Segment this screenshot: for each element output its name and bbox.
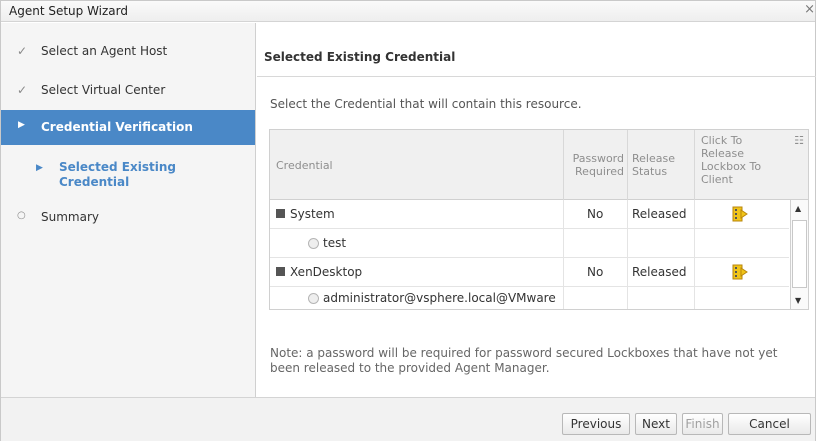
cell-release-status: Released — [628, 200, 695, 229]
cancel-button[interactable]: Cancel — [728, 413, 811, 435]
finish-button: Finish — [682, 413, 723, 435]
instruction-text: Select the Credential that will contain … — [270, 97, 582, 111]
wizard-steps-nav: ✓ Select an Agent Host ✓ Select Virtual … — [1, 23, 256, 397]
lockbox-release-icon[interactable] — [732, 263, 750, 281]
credential-grid: Credential Password Required Release Sta… — [269, 129, 809, 310]
window-title: Agent Setup Wizard — [9, 4, 129, 18]
cell-password-required — [564, 229, 628, 258]
nav-step-select-agent-host[interactable]: ✓ Select an Agent Host — [1, 43, 255, 63]
cell-credential: XenDesktop — [270, 258, 564, 287]
nav-step-label: Credential Verification — [41, 120, 193, 134]
checkmark-icon: ✓ — [17, 83, 28, 97]
grid-header: Credential Password Required Release Sta… — [270, 130, 808, 200]
cell-release-lockbox — [695, 258, 789, 287]
scroll-up-icon[interactable]: ▲ — [795, 204, 801, 213]
collapse-square-icon[interactable] — [276, 267, 285, 276]
cell-release-lockbox — [695, 287, 789, 309]
table-row-test[interactable]: test — [270, 229, 789, 258]
title-bar: Agent Setup Wizard × — [1, 1, 815, 22]
close-icon[interactable]: × — [804, 3, 815, 17]
nav-step-select-virtual-center[interactable]: ✓ Select Virtual Center — [1, 82, 255, 102]
cell-credential: administrator@vsphere.local@VMware — [270, 287, 564, 309]
nav-step-label: Selected Existing Credential — [59, 160, 176, 189]
table-row-system[interactable]: System No Released — [270, 200, 789, 229]
agent-setup-wizard-window: Agent Setup Wizard × ✓ Select an Agent H… — [0, 0, 816, 441]
cell-password-required: No — [564, 200, 628, 229]
column-menu-icon[interactable]: ☷ — [794, 134, 804, 147]
cell-release-lockbox — [695, 200, 789, 229]
nav-step-label: Select Virtual Center — [41, 83, 166, 97]
next-button[interactable]: Next — [635, 413, 677, 435]
triangle-right-icon: ▶ — [18, 120, 25, 130]
cell-credential: System — [270, 200, 564, 229]
nav-step-summary[interactable]: ○ Summary — [1, 209, 255, 229]
nav-step-label: Summary — [41, 210, 99, 224]
cell-release-lockbox — [695, 229, 789, 258]
cell-password-required: No — [564, 258, 628, 287]
table-row-xendesktop[interactable]: XenDesktop No Released — [270, 258, 789, 287]
cell-release-status: Released — [628, 258, 695, 287]
nav-substep-selected-existing-credential[interactable]: ▶ Selected Existing Credential — [1, 160, 255, 192]
cell-release-status — [628, 287, 695, 309]
previous-button[interactable]: Previous — [562, 413, 630, 435]
circle-bullet-icon: ○ — [17, 210, 26, 221]
grid-vertical-scrollbar[interactable]: ▲ ▼ — [790, 200, 808, 309]
column-header-click-to-release[interactable]: Click To Release Lockbox To Client — [695, 130, 790, 200]
nav-step-label: Select an Agent Host — [41, 44, 168, 58]
panel-title: Selected Existing Credential — [264, 50, 456, 64]
column-header-password-required[interactable]: Password Required — [564, 130, 628, 200]
radio-button-icon[interactable] — [308, 238, 319, 249]
scroll-down-icon[interactable]: ▼ — [795, 296, 801, 305]
divider — [257, 76, 816, 77]
checkmark-icon: ✓ — [17, 44, 28, 58]
wizard-footer: Previous Next Finish Cancel — [1, 397, 815, 441]
lockbox-release-icon[interactable] — [732, 205, 750, 223]
radio-button-icon[interactable] — [308, 293, 319, 304]
scrollbar-thumb[interactable] — [792, 220, 807, 288]
nav-step-credential-verification[interactable]: ▶ Credential Verification — [1, 110, 255, 145]
cell-password-required — [564, 287, 628, 309]
content-panel: Selected Existing Credential Select the … — [257, 23, 816, 397]
column-header-release-status[interactable]: Release Status — [628, 130, 695, 200]
cell-credential: test — [270, 229, 564, 258]
triangle-right-icon: ▶ — [36, 163, 43, 173]
column-header-credential[interactable]: Credential — [270, 130, 564, 200]
collapse-square-icon[interactable] — [276, 209, 285, 218]
note-text: Note: a password will be required for pa… — [270, 346, 778, 375]
cell-release-status — [628, 229, 695, 258]
table-row-administrator[interactable]: administrator@vsphere.local@VMware — [270, 287, 789, 309]
